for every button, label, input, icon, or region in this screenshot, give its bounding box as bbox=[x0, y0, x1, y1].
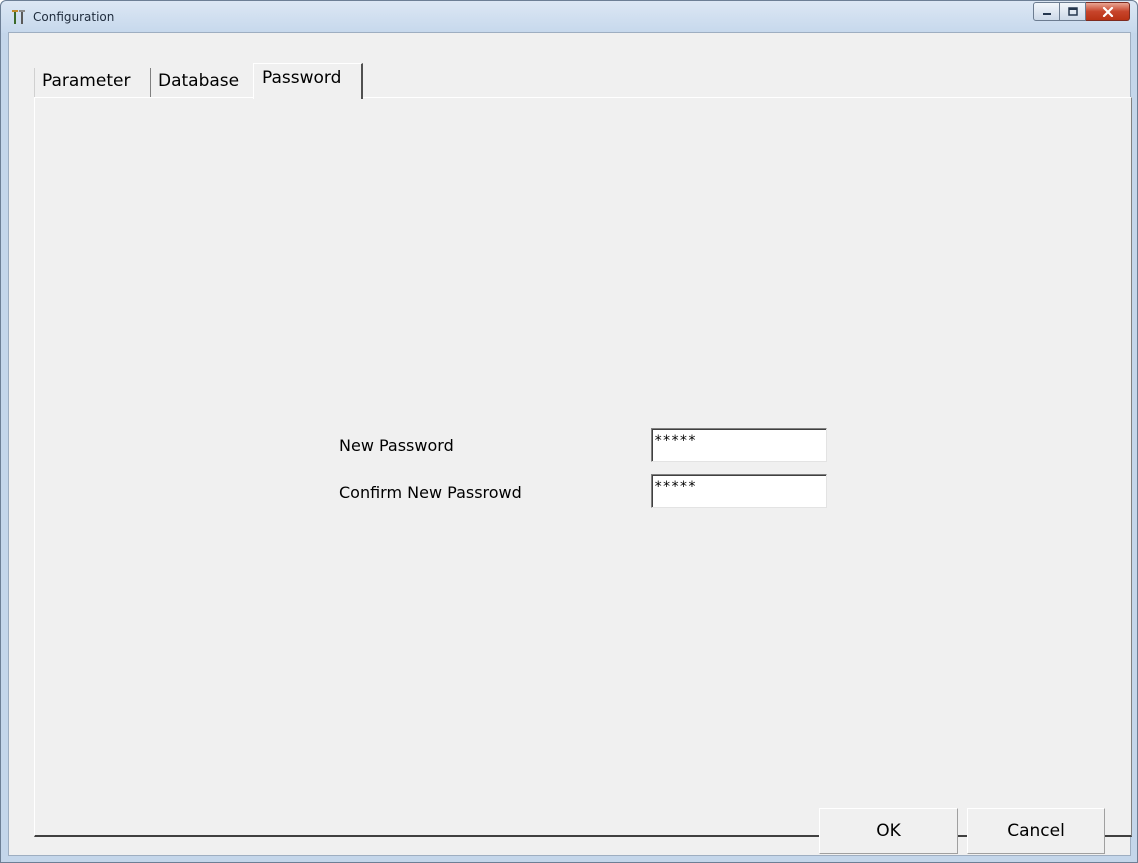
tab-parameter[interactable]: Parameter bbox=[34, 68, 151, 98]
confirm-password-label: Confirm New Passrowd bbox=[339, 483, 522, 502]
configuration-window: Configuration Parameter Database Passwor… bbox=[0, 0, 1138, 863]
close-icon bbox=[1102, 6, 1113, 17]
title-bar[interactable]: Configuration bbox=[1, 1, 1137, 33]
confirm-password-field[interactable]: ***** bbox=[651, 474, 827, 508]
new-password-field[interactable]: ***** bbox=[651, 428, 827, 462]
minimize-icon bbox=[1042, 12, 1051, 15]
maximize-icon bbox=[1067, 7, 1078, 16]
minimize-button[interactable] bbox=[1033, 2, 1060, 21]
tab-password[interactable]: Password bbox=[253, 63, 363, 99]
close-button[interactable] bbox=[1086, 2, 1130, 21]
maximize-button[interactable] bbox=[1060, 2, 1086, 21]
ok-button[interactable]: OK bbox=[819, 808, 958, 854]
dialog-client-area: Parameter Database Password New Password… bbox=[8, 32, 1132, 856]
tools-icon bbox=[12, 10, 25, 24]
caption-buttons bbox=[1033, 2, 1130, 22]
tab-database[interactable]: Database bbox=[152, 68, 252, 98]
cancel-button[interactable]: Cancel bbox=[967, 808, 1105, 854]
window-title: Configuration bbox=[33, 10, 115, 24]
password-tab-panel: New Password ***** Confirm New Passrowd … bbox=[34, 97, 1132, 837]
new-password-label: New Password bbox=[339, 436, 454, 455]
